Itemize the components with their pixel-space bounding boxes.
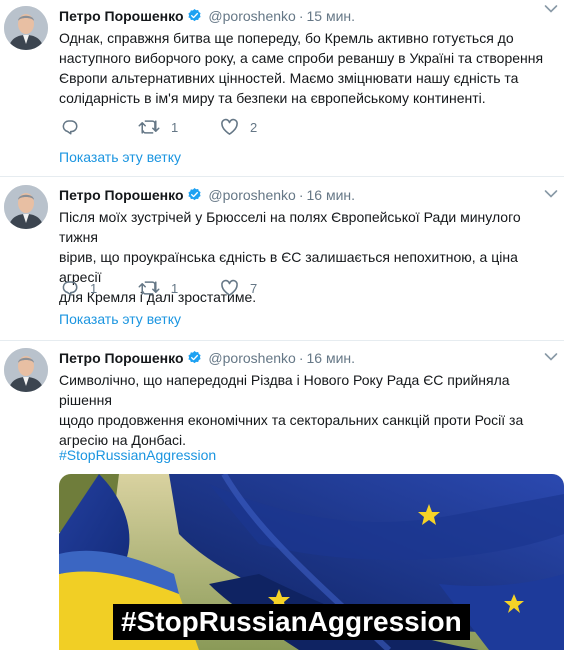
verified-badge-icon xyxy=(187,8,201,22)
separator-dot: · xyxy=(298,350,304,366)
retweet-icon xyxy=(138,120,160,134)
tweet-header: Петро Порошенко @poroshenko · 15 мин. xyxy=(59,6,355,26)
chevron-down-icon[interactable] xyxy=(544,4,558,14)
author-handle[interactable]: @poroshenko xyxy=(208,187,295,203)
tweet-text-line: щодо продовження економічних та секторал… xyxy=(59,412,524,428)
chevron-down-icon[interactable] xyxy=(544,189,558,199)
verified-badge-icon xyxy=(187,350,201,364)
like-button[interactable]: 7 xyxy=(220,278,257,298)
retweet-button[interactable]: 1 xyxy=(138,117,178,137)
tweet-text-line: Однак, справжня битва ще попереду, бо Кр… xyxy=(59,30,514,46)
avatar[interactable] xyxy=(4,185,48,229)
author-name[interactable]: Петро Порошенко xyxy=(59,350,184,366)
chevron-down-icon[interactable] xyxy=(544,352,558,362)
timestamp[interactable]: 16 мин. xyxy=(306,187,355,203)
retweet-count: 1 xyxy=(171,119,179,135)
hashtag-link[interactable]: #StopRussianAggression xyxy=(59,445,216,465)
tweet-text-line: Символічно, що напередодні Різдва і Ново… xyxy=(59,372,510,408)
separator-dot: · xyxy=(298,8,304,24)
author-name[interactable]: Петро Порошенко xyxy=(59,187,184,203)
tweet-text-line: наступного виборчого року, а саме спроби… xyxy=(59,50,544,66)
heart-icon xyxy=(221,118,238,135)
retweet-count: 1 xyxy=(171,280,179,296)
retweet-button[interactable]: 1 xyxy=(138,278,178,298)
tweet-text-line: солідарність в ім'я миру та безпеки на є… xyxy=(59,90,486,106)
tweet-text-line: Після моїх зустрічей у Брюсселі на полях… xyxy=(59,209,521,245)
tweet-1[interactable]: Петро Порошенко @poroshenko · 15 мин. Одна… xyxy=(0,0,564,176)
reply-icon xyxy=(62,120,78,135)
like-count: 7 xyxy=(250,280,258,296)
show-thread-link[interactable]: Показать эту ветку xyxy=(59,311,181,327)
heart-icon xyxy=(221,279,238,296)
tweet-2[interactable]: Петро Порошенко @poroshenko · 16 мин. Післ… xyxy=(0,177,564,341)
reply-button[interactable]: 1 xyxy=(61,278,97,298)
reply-count: 1 xyxy=(90,280,98,296)
avatar-photo xyxy=(4,185,48,229)
like-button[interactable]: 2 xyxy=(220,117,257,137)
avatar[interactable] xyxy=(4,6,48,50)
like-count: 2 xyxy=(250,119,258,135)
tweet-media-image[interactable]: #StopRussianAggression xyxy=(59,474,564,650)
tweet-actions: 1 1 7 xyxy=(59,278,359,298)
reply-icon xyxy=(62,281,78,296)
image-banner-text: #StopRussianAggression xyxy=(113,604,470,640)
tweet-text-line: Європи альтернативних цінностей. Маємо з… xyxy=(59,70,519,86)
retweet-icon xyxy=(138,281,160,295)
tweet-header: Петро Порошенко @poroshenko · 16 мин. xyxy=(59,348,355,368)
author-handle[interactable]: @poroshenko xyxy=(208,8,295,24)
avatar[interactable] xyxy=(4,348,48,392)
avatar-photo xyxy=(4,6,48,50)
tweet-header: Петро Порошенко @poroshenko · 16 мин. xyxy=(59,185,355,205)
verified-badge-icon xyxy=(187,187,201,201)
author-name[interactable]: Петро Порошенко xyxy=(59,8,184,24)
tweet-text: Символічно, що напередодні Різдва і Ново… xyxy=(59,370,559,450)
show-thread-link[interactable]: Показать эту ветку xyxy=(59,149,181,165)
tweet-actions: 1 2 xyxy=(59,117,359,137)
separator-dot: · xyxy=(298,187,304,203)
timestamp[interactable]: 15 мин. xyxy=(306,8,355,24)
tweet-text: Однак, справжня битва ще попереду, бо Кр… xyxy=(59,28,559,108)
author-handle[interactable]: @poroshenko xyxy=(208,350,295,366)
reply-button[interactable] xyxy=(61,117,90,137)
avatar-photo xyxy=(4,348,48,392)
timestamp[interactable]: 16 мин. xyxy=(306,350,355,366)
